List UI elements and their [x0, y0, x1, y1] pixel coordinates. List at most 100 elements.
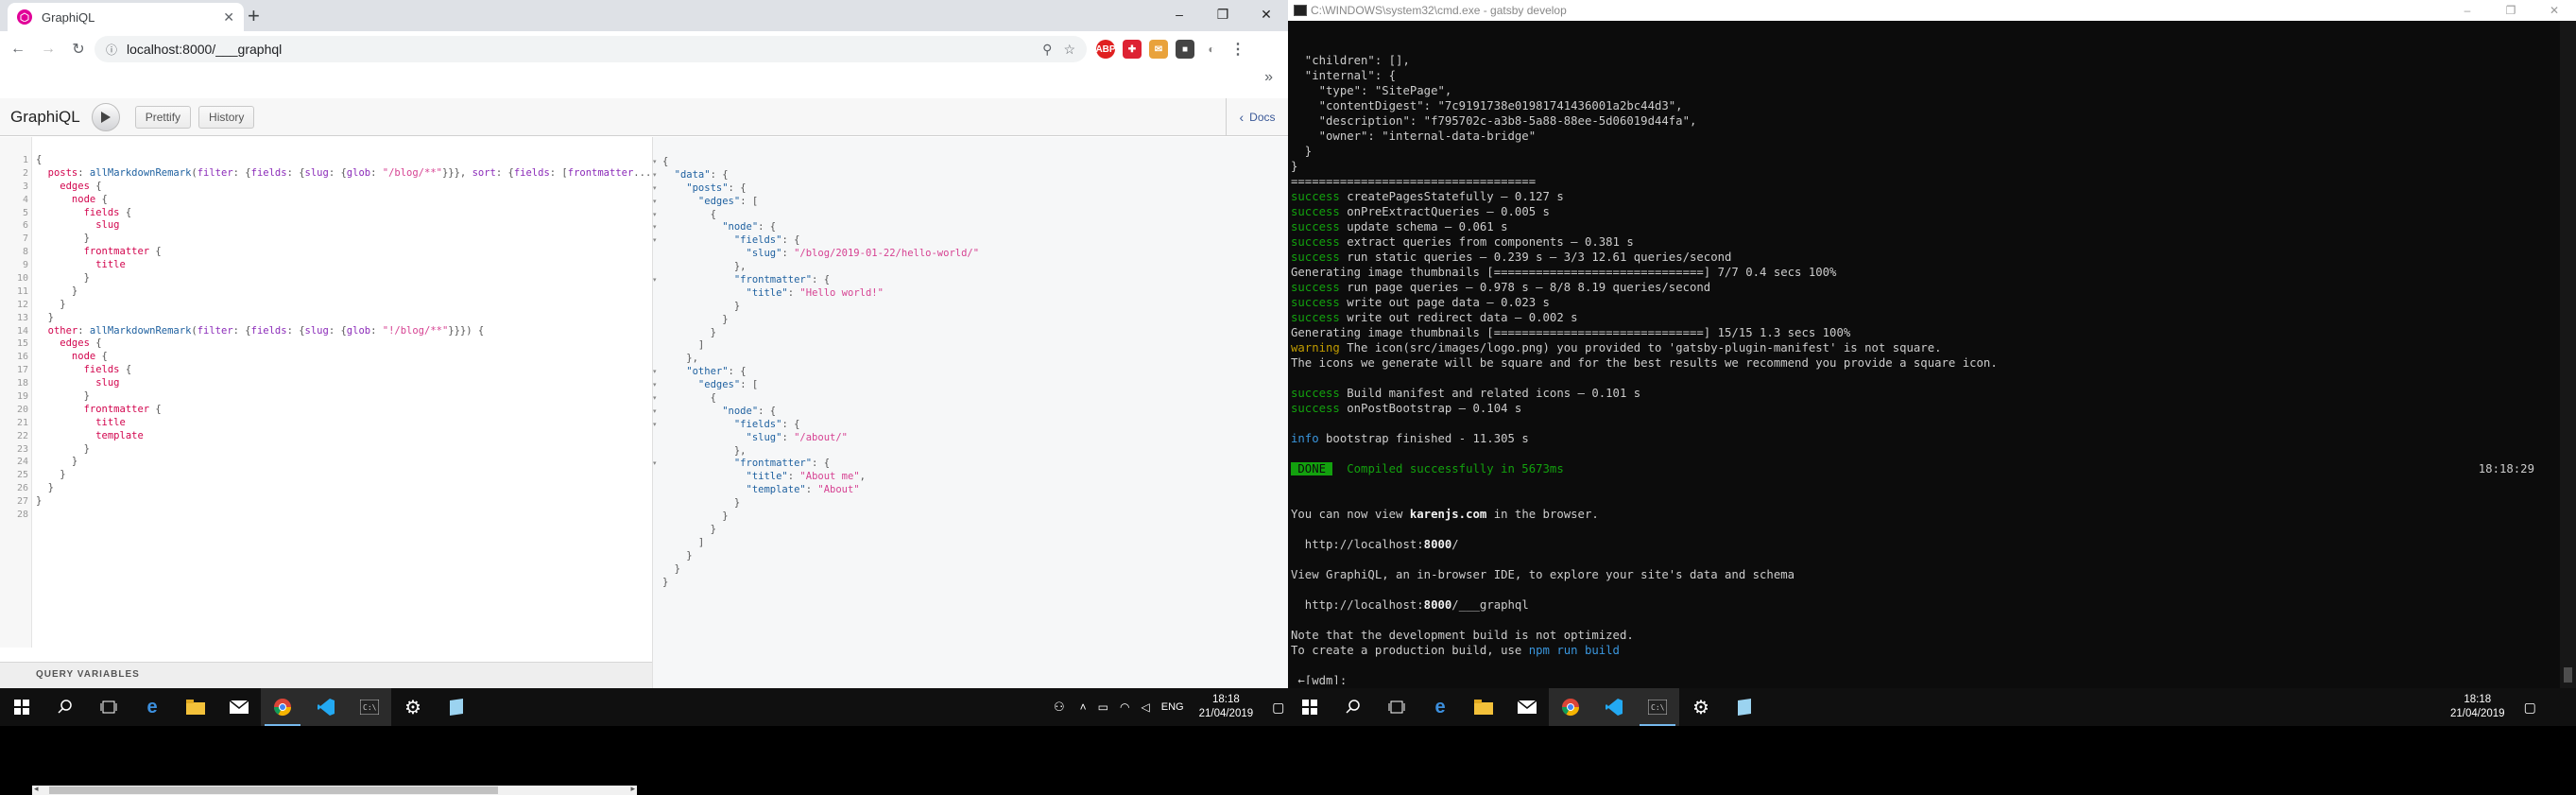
terminal-line: "description": "f795702c-a3b8-5a88-88ee-…	[1291, 113, 2557, 129]
terminal-token: write out redirect data — 0.002 s	[1339, 311, 1578, 324]
language-icon[interactable]: ENG	[1161, 701, 1184, 713]
settings-gear-icon[interactable]: ⚙	[1679, 688, 1723, 726]
extension-grey-icon[interactable]: ◐	[1202, 40, 1221, 59]
search-icon[interactable]: ⚲	[1042, 42, 1052, 58]
volume-icon[interactable]: ◁	[1142, 700, 1150, 714]
extension-dark-icon[interactable]: ■	[1176, 40, 1194, 59]
query-token: }	[36, 272, 90, 285]
search-icon[interactable]	[1331, 688, 1375, 726]
terminal-line: success write out page data — 0.023 s	[1291, 295, 2557, 310]
terminal-token: http://localhost:	[1291, 538, 1424, 551]
bookmark-star-icon[interactable]: ☆	[1063, 42, 1075, 58]
graphiql-title: GraphiQL	[10, 107, 80, 126]
cmd-titlebar[interactable]: C:\WINDOWS\system32\cmd.exe - gatsby dev…	[1288, 0, 2576, 21]
cmd-window: C:\WINDOWS\system32\cmd.exe - gatsby dev…	[1288, 0, 2576, 688]
cmd-close-button[interactable]: ✕	[2533, 0, 2576, 21]
close-window-button[interactable]: ✕	[1245, 0, 1288, 28]
edge-icon[interactable]: e	[130, 688, 174, 726]
file-explorer-icon[interactable]	[1462, 688, 1505, 726]
more-bookmarks-icon[interactable]: »	[1264, 69, 1273, 86]
action-center-icon[interactable]: ▢	[2524, 700, 2536, 716]
battery-icon[interactable]: ▭	[1098, 700, 1108, 714]
result-token: "fields"	[662, 234, 782, 247]
reload-button[interactable]: ↻	[66, 40, 91, 59]
query-token: }	[36, 285, 78, 297]
settings-gear-icon[interactable]: ⚙	[391, 688, 435, 726]
docs-button[interactable]: ‹ Docs	[1226, 98, 1288, 135]
maximize-button[interactable]: ❐	[1201, 0, 1245, 28]
terminal-line: Note that the development build is not o…	[1291, 628, 2557, 643]
network-icon[interactable]: ◠	[1120, 700, 1129, 714]
result-token: "fields"	[662, 418, 782, 430]
result-line: }	[662, 301, 979, 314]
system-tray-right: 18:18 21/04/2019 ▢	[2441, 688, 2546, 726]
vscode-icon[interactable]	[304, 688, 348, 726]
query-token: ...	[633, 166, 650, 179]
execute-query-button[interactable]	[91, 102, 120, 131]
terminal-output[interactable]: "children": [], "internal": { "type": "S…	[1291, 23, 2557, 684]
line-number: 14	[16, 325, 28, 337]
edge-icon[interactable]: e	[1418, 688, 1462, 726]
search-icon[interactable]	[43, 688, 87, 726]
query-variables-header[interactable]: QUERY VARIABLES	[0, 662, 652, 688]
terminal-scrollbar[interactable]	[2560, 21, 2576, 688]
close-tab-icon[interactable]: ✕	[223, 9, 234, 26]
vscode-icon[interactable]	[1592, 688, 1636, 726]
cmd-maximize-button[interactable]: ❐	[2489, 0, 2533, 21]
result-line: },	[662, 445, 979, 458]
people-icon[interactable]: ⚇	[1054, 700, 1065, 715]
adblock-icon[interactable]: ABP	[1095, 40, 1116, 59]
line-number: 24	[16, 457, 28, 468]
menu-icon[interactable]: ⋮	[1228, 40, 1247, 59]
action-center-icon[interactable]: ▢	[1272, 700, 1284, 716]
prettify-button[interactable]: Prettify	[134, 105, 192, 129]
show-hidden-icons[interactable]: ˄	[1080, 700, 1087, 714]
scrollbar-thumb[interactable]	[49, 786, 498, 794]
task-view-icon[interactable]	[1375, 688, 1418, 726]
query-token: fields	[36, 206, 120, 218]
horizontal-scrollbar[interactable]: ◂ ▸	[32, 784, 637, 795]
graphiql-topbar: GraphiQL Prettify History ‹ Docs	[0, 98, 1288, 136]
query-token: : {	[232, 324, 251, 337]
extension-orange-icon[interactable]: ✉	[1149, 40, 1168, 59]
notepad-icon[interactable]	[1723, 688, 1766, 726]
url-text: localhost:8000/___graphql	[127, 42, 283, 57]
tab-graphiql[interactable]: GraphiQL ✕	[8, 3, 244, 31]
cmd-minimize-button[interactable]: –	[2446, 0, 2489, 21]
clock[interactable]: 18:18 21/04/2019	[1199, 693, 1254, 721]
notepad-icon[interactable]	[435, 688, 478, 726]
mail-icon[interactable]	[1505, 688, 1549, 726]
windows-start-icon[interactable]	[0, 688, 43, 726]
result-token: :	[805, 484, 818, 496]
mail-icon[interactable]	[217, 688, 261, 726]
query-line: }	[36, 233, 650, 246]
history-button[interactable]: History	[198, 105, 255, 129]
query-token: : {	[328, 324, 347, 337]
info-icon[interactable]: ⓘ	[106, 42, 117, 58]
address-bar[interactable]: ⓘ localhost:8000/___graphql ⚲ ☆	[94, 36, 1087, 62]
terminal-scrollbar-thumb[interactable]	[2564, 667, 2572, 683]
minimize-button[interactable]: –	[1158, 0, 1201, 28]
extension-red-icon[interactable]: ✚	[1123, 40, 1142, 59]
query-token: filter	[197, 324, 233, 337]
clock[interactable]: 18:18 21/04/2019	[2450, 693, 2505, 721]
back-button[interactable]: ←	[6, 41, 30, 58]
terminal-token: createPagesStatefully — 0.127 s	[1339, 190, 1564, 203]
terminal-token: npm run build	[1528, 644, 1620, 657]
scroll-left-icon[interactable]: ◂	[34, 784, 39, 794]
file-explorer-icon[interactable]	[174, 688, 217, 726]
query-code[interactable]: { posts: allMarkdownRemark(filter: {fiel…	[36, 154, 650, 646]
task-view-icon[interactable]	[87, 688, 130, 726]
new-tab-button[interactable]: +	[248, 6, 260, 26]
forward-button[interactable]: →	[36, 41, 60, 58]
chrome-icon[interactable]	[1549, 688, 1592, 726]
cmd-icon[interactable]: C:\	[348, 688, 391, 726]
terminal-line: You can now view karenjs.com in the brow…	[1291, 507, 2557, 522]
result-token: : {	[728, 366, 747, 378]
result-pane: ▾ ▾ ▾ ▾ ▾ ▾ ▾ ▾ ▾ ▾ ▾ ▾ ▾ ▾ { "data": { "posts": { "e…	[652, 137, 1288, 688]
cmd-icon[interactable]: C:\	[1636, 688, 1679, 726]
chrome-icon[interactable]	[261, 688, 304, 726]
scroll-right-icon[interactable]: ▸	[630, 784, 635, 794]
windows-start-icon[interactable]	[1288, 688, 1331, 726]
query-editor[interactable]: 1 2 3 4 5 6 7 8 9 10 11 12 13 14 15 16 17 18 19 20 21 22 23 24 2…	[0, 137, 652, 795]
